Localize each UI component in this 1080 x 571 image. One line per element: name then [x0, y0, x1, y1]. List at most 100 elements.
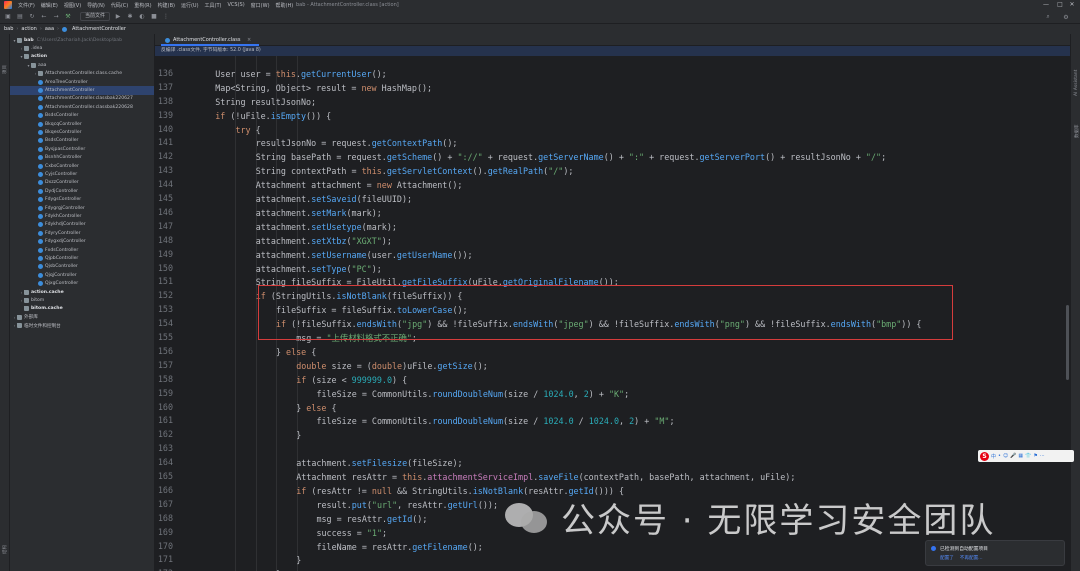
menu-item[interactable]: 文件(F) [15, 2, 38, 9]
code-line[interactable]: fileName = resAttr.getFilename(); [316, 541, 482, 553]
tree-item[interactable]: BysjpasController [10, 145, 154, 153]
menu-item[interactable]: 构建(B) [155, 2, 178, 9]
tree-item[interactable]: ▾ bab C:\Users\Zachariah.Jack\Desktop\bab [10, 36, 154, 44]
tree-item[interactable]: FxdsController [10, 246, 154, 254]
ai-assistant-tool-button[interactable]: AI Assistant [1074, 70, 1079, 96]
tree-item[interactable]: AttachmentController.classbak220627 [10, 95, 154, 103]
code-line[interactable]: Attachment attachment = new Attachment()… [256, 179, 463, 191]
tree-item[interactable]: CyjsController [10, 170, 154, 178]
code-line[interactable]: } else { [296, 402, 336, 414]
tree-item[interactable]: BkqesController [10, 128, 154, 136]
minimize-button[interactable]: — [1040, 0, 1052, 10]
code-line[interactable]: if (size < 999999.0) { [296, 374, 407, 386]
code-line[interactable]: attachment.setMark(mark); [256, 207, 382, 219]
tree-item[interactable]: ▾ action [10, 53, 154, 61]
tab-close-icon[interactable]: × [247, 37, 251, 43]
menu-item[interactable]: 视图(V) [61, 2, 84, 9]
ime-punctuation-icon[interactable]: • [998, 453, 1001, 459]
ime-flag-icon[interactable]: ⚑ [1033, 453, 1037, 459]
breadcrumb-item[interactable]: aaa [45, 26, 54, 32]
save-icon[interactable]: ▤ [16, 13, 24, 21]
run-config-selector[interactable]: 当前文件 [80, 12, 111, 21]
search-icon[interactable]: ⌕ [1044, 13, 1052, 21]
code-line[interactable]: attachment.setType("PC"); [256, 263, 382, 275]
tree-item[interactable]: FdygxdjController [10, 238, 154, 246]
tree-item[interactable]: AreaTreeController [10, 78, 154, 86]
code-line[interactable]: fileSize = CommonUtils.roundDoubleNum(si… [316, 415, 674, 427]
tree-item[interactable]: FdygsController [10, 196, 154, 204]
tree-item[interactable]: FdykhController [10, 212, 154, 220]
structure-tool-button[interactable]: 结构 [2, 545, 8, 554]
tree-item[interactable]: AttachmentController [10, 86, 154, 95]
tree-item[interactable]: › 临时文件和控制台 [10, 322, 154, 330]
database-tool-button[interactable]: 数据库 [1074, 125, 1080, 139]
tree-item[interactable]: bitom.cache [10, 305, 154, 313]
notification-configure-link[interactable]: 配置了 [940, 555, 954, 561]
tree-item[interactable]: DxzzController [10, 179, 154, 187]
code-line[interactable]: } [296, 554, 301, 566]
more-icon[interactable]: ⋮ [162, 13, 170, 21]
debug-icon[interactable]: ✱ [126, 13, 134, 21]
menu-item[interactable]: 重构(R) [131, 2, 154, 9]
breadcrumb-item[interactable]: AttachmentController [72, 26, 126, 32]
tree-item[interactable]: FdygrgjController [10, 204, 154, 212]
menu-item[interactable]: 帮助(H) [273, 2, 297, 9]
ime-more-icon[interactable]: ⋯ [1040, 453, 1045, 459]
tree-item[interactable]: BsdsController [10, 137, 154, 145]
menu-item[interactable]: 窗口(W) [248, 2, 273, 9]
open-folder-icon[interactable]: ▣ [4, 13, 12, 21]
tree-item[interactable]: › .idea [10, 44, 154, 52]
tree-item[interactable]: QjsbController [10, 263, 154, 271]
code-line[interactable]: msg = resAttr.getId(); [316, 513, 427, 525]
menu-item[interactable]: VCS(S) [225, 2, 248, 9]
stop-icon[interactable]: ■ [150, 13, 158, 21]
tree-item[interactable]: › bitom [10, 296, 154, 304]
code-line[interactable]: attachment.setSaveid(fileUUID); [256, 193, 412, 205]
tree-item[interactable]: BsnhhController [10, 154, 154, 162]
menu-item[interactable]: 导航(N) [84, 2, 108, 9]
forward-icon[interactable]: → [52, 13, 60, 21]
sogou-ime-logo-icon[interactable]: S [980, 451, 989, 461]
tree-item[interactable]: QjqjController [10, 271, 154, 279]
close-window-button[interactable]: ✕ [1066, 0, 1078, 10]
project-tool-button[interactable]: 项目 [2, 65, 8, 74]
coverage-icon[interactable]: ◐ [138, 13, 146, 21]
code-line[interactable]: fileSize = CommonUtils.roundDoubleNum(si… [316, 388, 629, 400]
code-line[interactable]: try { [235, 124, 260, 136]
ime-skin-icon[interactable]: 👕 [1025, 453, 1031, 459]
code-line[interactable]: if (!uFile.isEmpty()) { [215, 110, 331, 122]
code-line[interactable]: String contextPath = this.getServletCont… [256, 165, 574, 177]
tree-item[interactable]: › AttachmentController.class.cache [10, 70, 154, 78]
code-line[interactable]: } [296, 429, 301, 441]
tree-item[interactable]: FdykhdjController [10, 221, 154, 229]
ime-chinese-mode[interactable]: 中 [991, 453, 996, 460]
breadcrumb-item[interactable]: action [21, 26, 36, 32]
hammer-icon[interactable]: ⚒ [64, 13, 72, 21]
gear-icon[interactable]: ⚙ [1062, 13, 1070, 21]
menu-item[interactable]: 代码(C) [108, 2, 131, 9]
code-line[interactable]: String resultJsonNo; [215, 96, 316, 108]
tree-item[interactable]: QjxgController [10, 280, 154, 288]
tree-item[interactable]: › 外部库 [10, 313, 154, 321]
code-line[interactable]: resultJsonNo = request.getContextPath(); [256, 137, 458, 149]
tree-item[interactable]: CxbsController [10, 162, 154, 170]
code-line[interactable]: String basePath = request.getScheme() + … [256, 151, 886, 163]
tree-item[interactable]: › action.cache [10, 288, 154, 296]
tree-item[interactable]: FdyryController [10, 229, 154, 237]
refresh-icon[interactable]: ↻ [28, 13, 36, 21]
back-icon[interactable]: ← [40, 13, 48, 21]
tree-item[interactable]: BsdsController [10, 112, 154, 120]
code-line[interactable]: attachment.setUsetype(mark); [256, 221, 397, 233]
breadcrumb-item[interactable]: bab [4, 26, 13, 32]
code-line[interactable]: } else { [276, 346, 316, 358]
menu-item[interactable]: 工具(T) [202, 2, 225, 9]
ime-keyboard-icon[interactable]: ▦ [1018, 453, 1023, 459]
code-line[interactable]: attachment.setXtbz("XGXT"); [256, 235, 392, 247]
tree-item[interactable]: QjpbController [10, 254, 154, 262]
tree-item[interactable]: BkqcqController [10, 120, 154, 128]
ime-microphone-icon[interactable]: 🎤 [1010, 453, 1016, 459]
intellij-logo-icon[interactable] [4, 1, 12, 9]
code-line[interactable]: Map<String, Object> result = new HashMap… [215, 82, 432, 94]
tree-item[interactable]: DydjController [10, 187, 154, 195]
code-line[interactable]: attachment.setFilesize(fileSize); [296, 457, 462, 469]
